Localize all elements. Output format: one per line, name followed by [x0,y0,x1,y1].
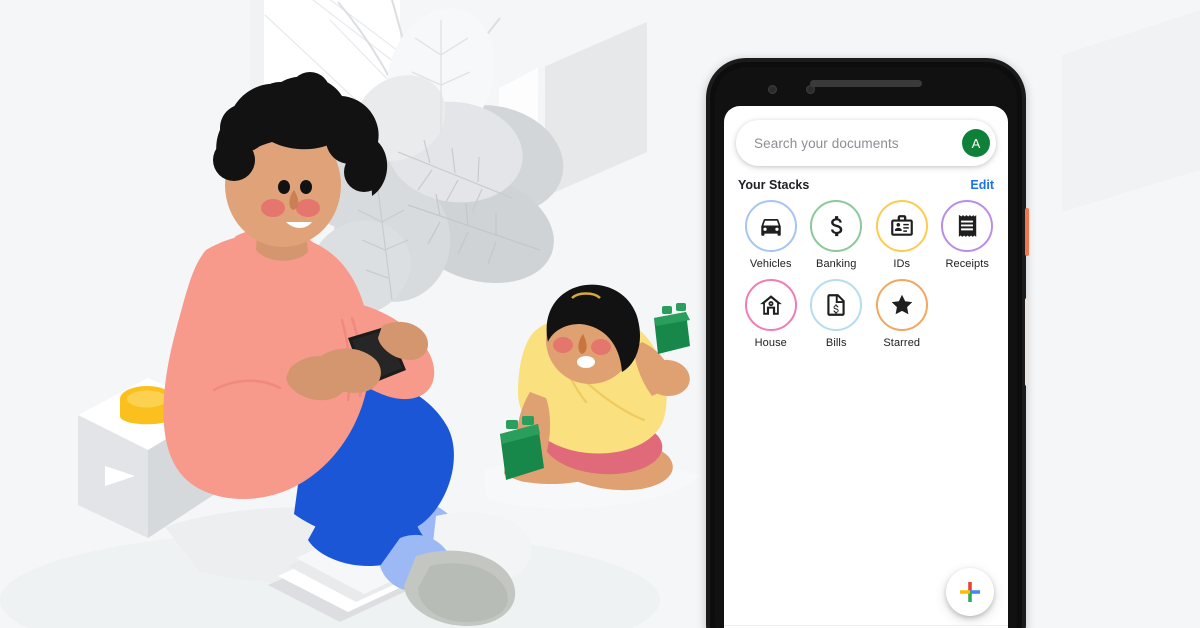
avatar[interactable]: A [962,129,990,157]
earpiece-speaker [810,80,922,87]
search-bar[interactable]: Search your documents A [736,120,996,166]
stack-label: Vehicles [749,258,792,270]
stack-label: IDs [893,258,911,270]
stack-item-bills[interactable]: Bills [804,279,870,349]
green-block-right [654,303,690,354]
stack-ring [941,200,994,252]
receipt-icon [959,215,977,237]
promo-scene: Search your documents A Your Stacks Edit… [0,0,1200,628]
stack-item-starred[interactable]: Starred [869,279,935,349]
stacks-title: Your Stacks [738,178,810,192]
star-icon [891,294,913,315]
stack-ring [744,279,797,331]
stack-item-banking[interactable]: Banking [804,200,870,270]
stack-ring [810,279,863,331]
stack-label: Bills [825,337,847,349]
stack-item-vehicles[interactable]: Vehicles [738,200,804,270]
people-illustration [78,72,700,626]
stack-label: Starred [883,337,921,349]
child-figure [500,284,690,491]
stacks-header: Your Stacks Edit [738,178,994,192]
add-button[interactable] [946,568,994,616]
stack-ring [875,279,928,331]
phone-screen: Search your documents A Your Stacks Edit… [724,106,1008,628]
stack-item-receipts[interactable]: Receipts [935,200,1001,270]
stack-item-ids[interactable]: IDs [869,200,935,270]
search-input[interactable]: Search your documents [754,136,962,151]
edit-stacks-button[interactable]: Edit [970,178,994,192]
dollar-icon [831,216,843,237]
phone-frame: Search your documents A Your Stacks Edit… [706,58,1029,628]
home-icon [759,295,782,315]
id-badge-icon [890,215,913,236]
stack-label: Banking [816,258,857,270]
front-sensor-icon [806,85,815,94]
stack-label: Receipts [945,258,990,270]
stack-item-house[interactable]: House [738,279,804,349]
volume-button[interactable] [1025,298,1029,386]
stack-ring [744,200,797,252]
stack-ring [875,200,928,252]
stack-ring [810,200,863,252]
stacks-grid: Vehicles Banking IDs Receipts House Bills Star… [738,200,1000,358]
bill-icon [827,294,845,316]
front-camera-icon [768,85,777,94]
power-button[interactable] [1025,208,1029,256]
plus-icon [960,582,980,602]
car-icon [761,218,781,236]
stack-label: House [754,337,787,349]
